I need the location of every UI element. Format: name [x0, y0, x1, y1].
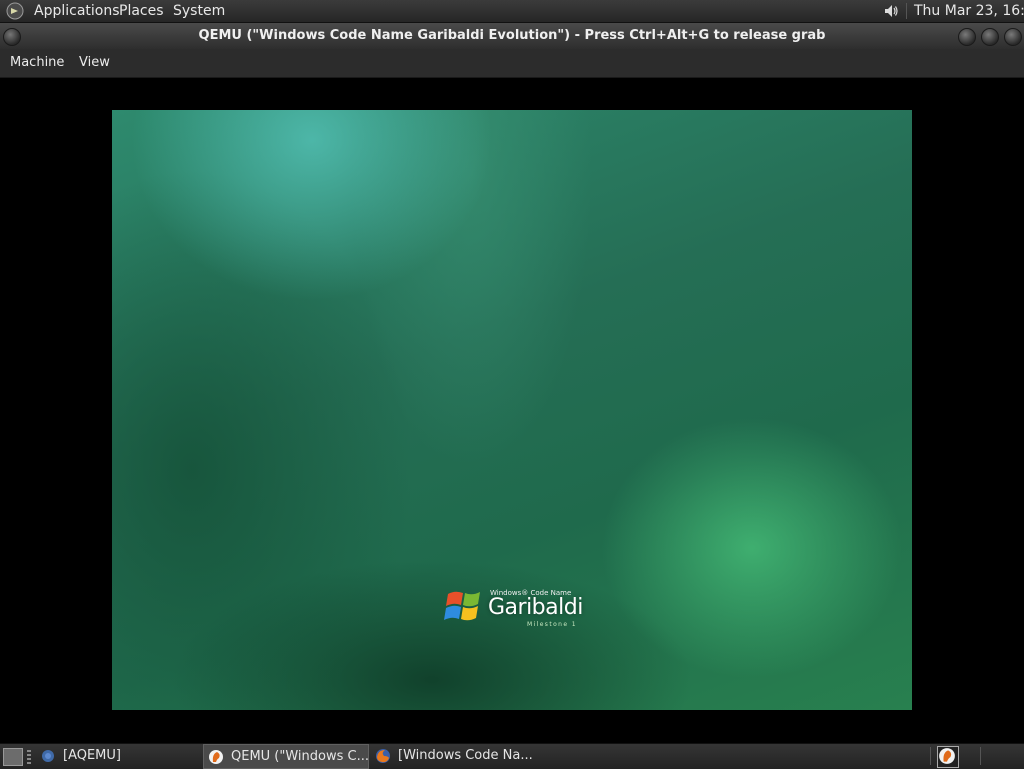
bottom-panel: [AQEMU] QEMU ("Windows C... [Windows Cod…	[0, 743, 1024, 769]
aqemu-icon	[42, 750, 54, 762]
taskbar-item-firefox[interactable]: [Windows Code Na...	[371, 744, 537, 769]
taskbar-item-label: [AQEMU]	[63, 748, 121, 763]
panel-divider	[930, 747, 931, 765]
qemu-icon	[939, 748, 955, 764]
firefox-icon	[376, 749, 390, 763]
speaker-icon[interactable]	[882, 2, 900, 20]
view-menu[interactable]: View	[79, 49, 110, 77]
panel-grip-icon[interactable]	[27, 750, 31, 764]
taskbar-item-label: [Windows Code Na...	[398, 748, 533, 763]
qemu-menubar: Machine View	[0, 49, 1024, 78]
qemu-tray-icon[interactable]	[937, 746, 959, 768]
gnome-foot-icon[interactable]	[6, 2, 24, 20]
windows-flag-icon	[444, 591, 480, 621]
taskbar-item-aqemu[interactable]: [AQEMU]	[36, 744, 202, 769]
top-panel: Applications Places System Thu Mar 23, 1…	[0, 0, 1024, 23]
applications-menu[interactable]: Applications	[34, 0, 120, 22]
panel-divider	[980, 747, 981, 765]
maximize-button[interactable]	[981, 28, 999, 46]
guest-display-area: Windows® Code Name Garibaldi Milestone 1	[0, 78, 1024, 743]
system-menu[interactable]: System	[173, 0, 225, 22]
window-title: QEMU ("Windows Code Name Garibaldi Evolu…	[198, 28, 826, 43]
garibaldi-logo: Windows® Code Name Garibaldi Milestone 1	[444, 586, 604, 632]
logo-main-text: Garibaldi	[488, 595, 583, 620]
clock[interactable]: Thu Mar 23, 16:24	[914, 0, 1024, 22]
logo-sub-text: Milestone 1	[527, 621, 577, 628]
panel-divider	[906, 3, 907, 19]
places-menu[interactable]: Places	[119, 0, 164, 22]
show-desktop-icon[interactable]	[3, 748, 23, 766]
machine-menu[interactable]: Machine	[10, 49, 64, 77]
taskbar-item-qemu[interactable]: QEMU ("Windows C...	[203, 744, 369, 769]
minimize-button[interactable]	[958, 28, 976, 46]
close-button[interactable]	[1004, 28, 1022, 46]
qemu-icon	[209, 750, 223, 764]
guest-screen[interactable]: Windows® Code Name Garibaldi Milestone 1	[112, 110, 912, 710]
window-titlebar[interactable]: QEMU ("Windows Code Name Garibaldi Evolu…	[0, 23, 1024, 49]
taskbar-item-label: QEMU ("Windows C...	[231, 749, 369, 764]
